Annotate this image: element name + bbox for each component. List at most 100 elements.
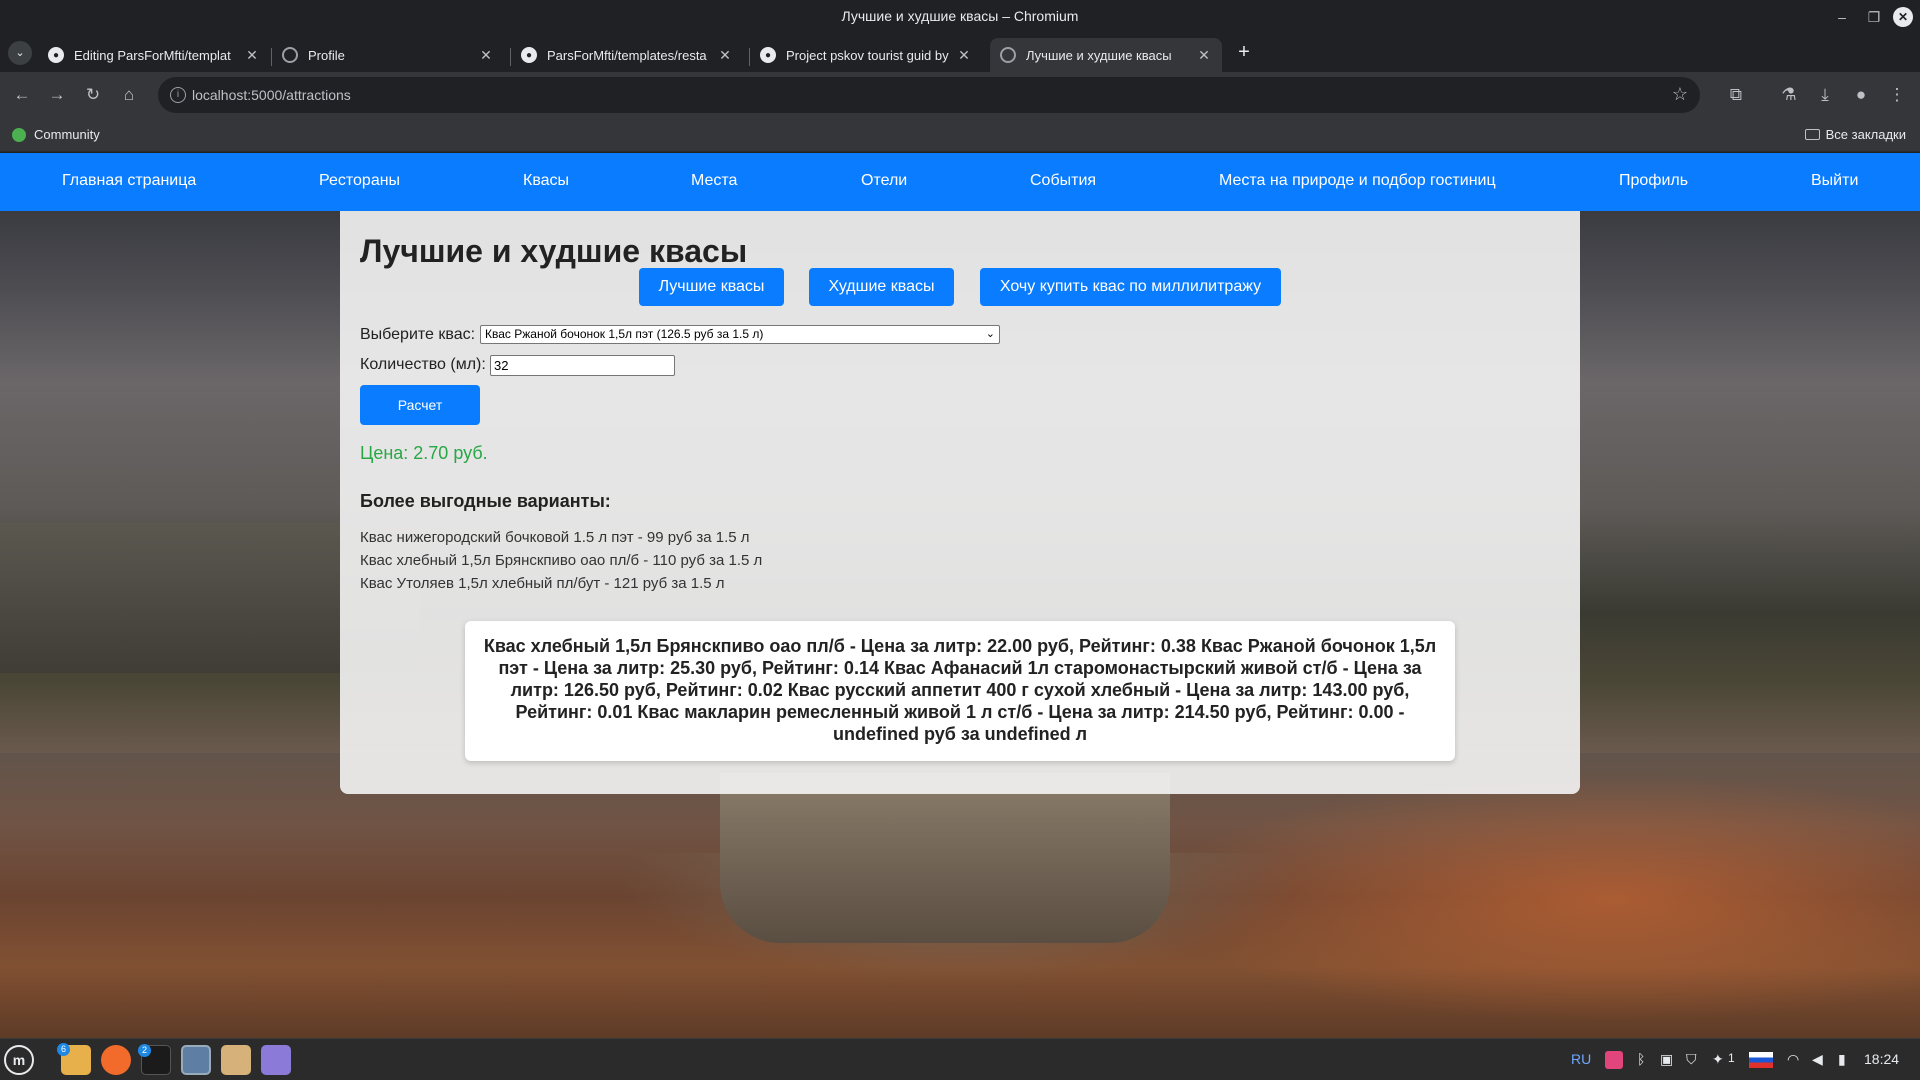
github-icon: ● <box>48 47 64 63</box>
firefox-icon[interactable] <box>101 1045 131 1075</box>
kvas-select-value: Квас Ржаной бочонок 1,5л пэт (126.5 руб … <box>485 327 764 341</box>
clipboard-icon[interactable]: ▣ <box>1660 1051 1673 1068</box>
nav-restaurants[interactable]: Рестораны <box>319 172 400 190</box>
alternative-item: Квас нижегородский бочковой 1.5 л пэт - … <box>360 529 750 546</box>
tab-profile[interactable]: Profile ✕ <box>272 38 504 72</box>
tab-templates[interactable]: ● ParsForMfti/templates/resta ✕ <box>511 38 743 72</box>
tab-search-chevron-icon[interactable]: ⌄ <box>8 41 32 65</box>
globe-icon <box>1000 47 1016 63</box>
site-info-icon[interactable]: i <box>170 87 186 103</box>
community-favicon-icon <box>12 127 26 142</box>
bluetooth-icon[interactable]: ᛒ <box>1637 1051 1645 1067</box>
os-taskbar: m 6 2 RU ᛒ ▣ ⛉ ✦ 1 ◠ ◀ ▮ 18:24 <box>0 1038 1920 1080</box>
nav-hotels[interactable]: Отели <box>861 172 907 190</box>
files-icon[interactable]: 6 <box>57 1043 91 1075</box>
close-window-icon[interactable]: ✕ <box>1893 7 1913 27</box>
tab-label: Profile <box>308 47 345 63</box>
tab-close-icon[interactable]: ✕ <box>956 47 972 64</box>
page-viewport: Главная страница Рестораны Квасы Места О… <box>0 153 1920 1038</box>
menu-kebab-icon[interactable]: ⋮ <box>1885 83 1909 107</box>
kvas-select[interactable]: Квас Ржаной бочонок 1,5л пэт (126.5 руб … <box>480 325 1000 344</box>
extensions-icon[interactable]: ⧉ <box>1724 83 1748 107</box>
kvas-card: Лучшие и худшие квасы Лучшие квасы Худши… <box>340 211 1580 794</box>
tab-close-icon[interactable]: ✕ <box>717 47 733 64</box>
keyboard-layout[interactable]: RU <box>1571 1051 1591 1067</box>
best-kvas-button[interactable]: Лучшие квасы <box>639 268 784 306</box>
app-tray-icon[interactable] <box>1605 1051 1623 1069</box>
nav-logout[interactable]: Выйти <box>1811 172 1858 190</box>
wifi-icon[interactable]: ◠ <box>1787 1051 1799 1068</box>
github-icon: ● <box>521 47 537 63</box>
terminal-badge: 2 <box>138 1044 151 1057</box>
home-icon[interactable]: ⌂ <box>117 83 141 107</box>
github-icon: ● <box>760 47 776 63</box>
background-tower <box>720 773 1170 943</box>
buy-by-volume-button[interactable]: Хочу купить квас по миллилитражу <box>980 268 1281 306</box>
text-editor-icon[interactable] <box>261 1045 291 1075</box>
calculate-button[interactable]: Расчет <box>360 385 480 425</box>
nav-profile[interactable]: Профиль <box>1619 172 1688 190</box>
site-nav: Главная страница Рестораны Квасы Места О… <box>0 153 1920 211</box>
window-title: Лучшие и худшие квасы – Chromium <box>841 8 1079 24</box>
minimize-icon[interactable]: – <box>1830 5 1854 29</box>
bookmark-star-icon[interactable]: ☆ <box>1672 84 1688 105</box>
all-bookmarks[interactable]: Все закладки <box>1804 127 1906 142</box>
nav-events[interactable]: События <box>1030 172 1096 190</box>
bookmark-community[interactable]: Community <box>12 127 100 142</box>
volume-icon[interactable]: ◀ <box>1812 1051 1823 1068</box>
download-icon[interactable]: ⤓ <box>1813 83 1837 107</box>
alternative-item: Квас Утоляев 1,5л хлебный пл/бут - 121 р… <box>360 575 725 592</box>
tab-close-icon[interactable]: ✕ <box>1196 47 1212 64</box>
restore-icon[interactable]: ❐ <box>1862 5 1886 29</box>
profile-icon[interactable]: ● <box>1849 83 1873 107</box>
shield-icon[interactable]: ⛉ <box>1686 1051 1697 1068</box>
tab-close-icon[interactable]: ✕ <box>244 47 260 64</box>
reload-icon[interactable]: ↻ <box>81 83 105 107</box>
tab-editing[interactable]: ● Editing ParsForMfti/templat ✕ <box>38 38 270 72</box>
quantity-input[interactable]: 32 <box>490 355 675 376</box>
russian-flag-icon[interactable] <box>1749 1052 1773 1068</box>
tab-kvas[interactable]: Лучшие и худшие квасы ✕ <box>990 38 1222 72</box>
tab-label: ParsForMfti/templates/resta <box>547 47 707 63</box>
chevron-down-icon: ⌄ <box>985 328 995 340</box>
all-bookmarks-label: Все закладки <box>1825 127 1906 142</box>
window-titlebar: Лучшие и худшие квасы – Chromium – ❐ ✕ <box>0 0 1920 34</box>
worst-kvas-button[interactable]: Худшие квасы <box>809 268 954 306</box>
new-tab-icon[interactable]: + <box>1232 40 1256 64</box>
alternative-item: Квас хлебный 1,5л Брянскпиво оао пл/б - … <box>360 552 763 569</box>
tab-label: Project pskov tourist guid by <box>786 47 949 63</box>
globe-icon <box>282 47 298 63</box>
quantity-label: Количество (мл): <box>360 356 486 373</box>
file-manager-icon[interactable] <box>221 1045 251 1075</box>
bookmarks-bar: Community Все закладки <box>0 118 1920 152</box>
nav-kvas[interactable]: Квасы <box>523 172 569 190</box>
labs-flask-icon[interactable]: ⚗ <box>1777 83 1801 107</box>
nav-home[interactable]: Главная страница <box>62 172 196 190</box>
alternatives-heading: Более выгодные варианты: <box>360 491 611 511</box>
bookmark-label: Community <box>34 127 100 142</box>
nav-places[interactable]: Места <box>691 172 737 190</box>
tab-label: Лучшие и худшие квасы <box>1026 47 1172 63</box>
select-kvas-label: Выберите квас: <box>360 326 476 343</box>
tab-strip: ⌄ ● Editing ParsForMfti/templat ✕ Profil… <box>0 34 1920 72</box>
forward-icon[interactable]: → <box>45 83 69 107</box>
address-url[interactable]: localhost:5000/attractions <box>192 87 351 103</box>
tab-close-icon[interactable]: ✕ <box>478 47 494 64</box>
address-bar[interactable]: i localhost:5000/attractions ☆ <box>158 77 1700 113</box>
notifications-count: 1 <box>1728 1051 1735 1065</box>
folder-icon <box>1804 129 1820 140</box>
terminal-icon[interactable]: 2 <box>138 1044 171 1075</box>
mint-menu-icon[interactable]: m <box>4 1045 34 1075</box>
nav-nature[interactable]: Места на природе и подбор гостиниц <box>1219 172 1496 190</box>
notifications-icon[interactable]: ✦ <box>1712 1051 1724 1068</box>
chromium-icon[interactable] <box>181 1045 211 1075</box>
back-icon[interactable]: ← <box>10 83 34 107</box>
browser-toolbar: ← → ↻ ⌂ i localhost:5000/attractions ☆ ⧉… <box>0 72 1920 118</box>
page-title: Лучшие и худшие квасы <box>360 233 748 269</box>
tab-label: Editing ParsForMfti/templat <box>74 47 231 63</box>
tab-project[interactable]: ● Project pskov tourist guid by ✕ <box>750 38 982 72</box>
files-badge: 6 <box>57 1043 70 1056</box>
clock[interactable]: 18:24 <box>1864 1051 1899 1067</box>
price-result: Цена: 2.70 руб. <box>360 443 488 463</box>
battery-icon[interactable]: ▮ <box>1838 1051 1846 1068</box>
